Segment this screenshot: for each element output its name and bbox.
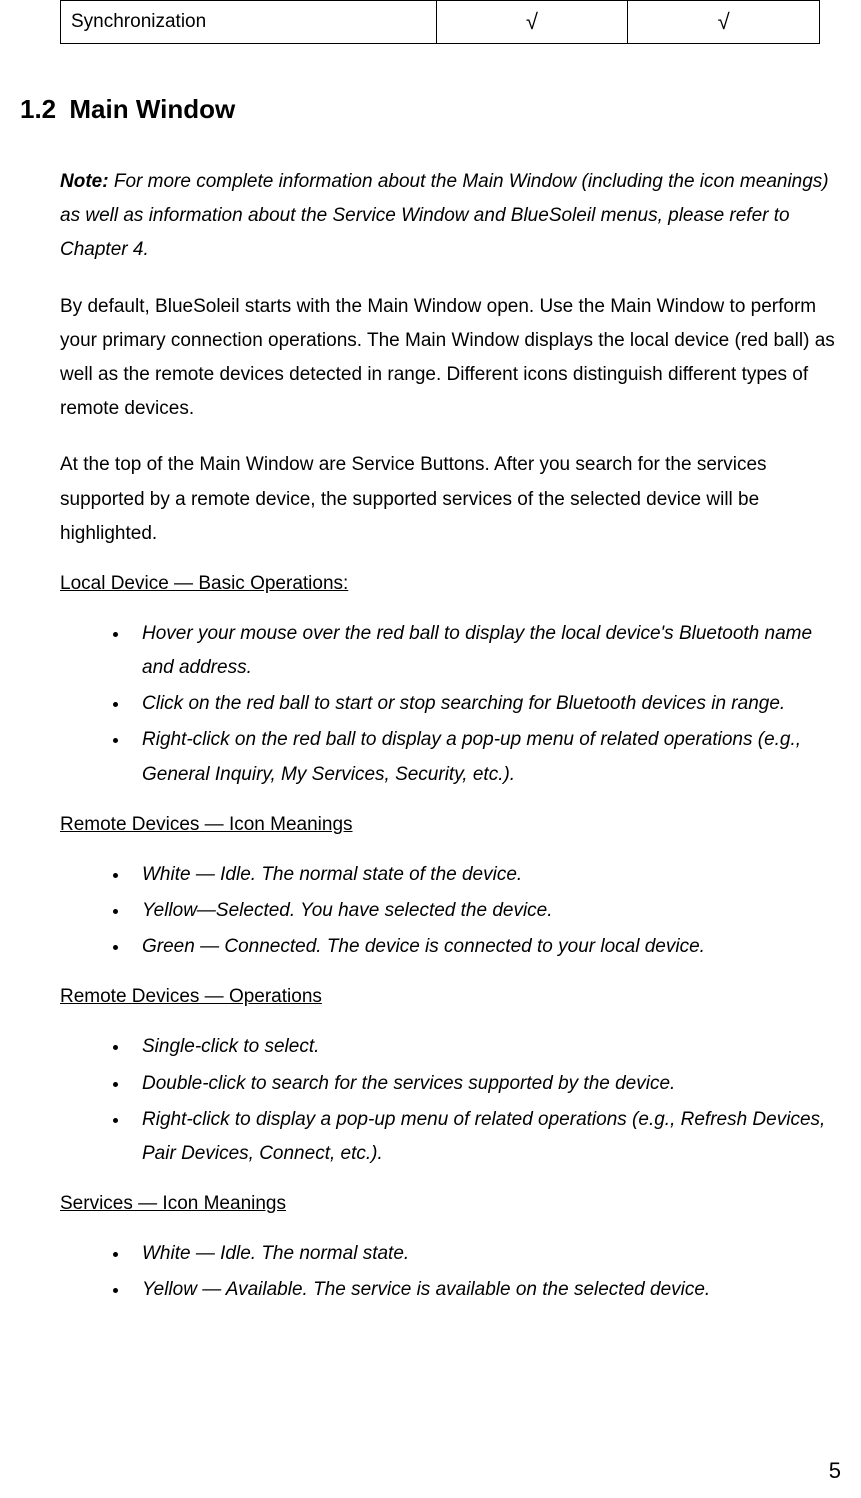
list-item: White — Idle. The normal state of the de…: [130, 858, 836, 892]
list-remote-icon: White — Idle. The normal state of the de…: [130, 858, 836, 965]
partial-table: Synchronization √ √: [60, 0, 820, 44]
list-local-device: Hover your mouse over the red ball to di…: [130, 617, 836, 792]
subhead-remote-icon: Remote Devices — Icon Meanings: [60, 814, 836, 836]
section-title: Main Window: [69, 94, 235, 124]
subhead-local-device: Local Device — Basic Operations:: [60, 573, 836, 595]
list-item: Click on the red ball to start or stop s…: [130, 687, 836, 721]
list-item: Yellow — Available. The service is avail…: [130, 1273, 836, 1307]
subhead-remote-ops: Remote Devices — Operations: [60, 986, 836, 1008]
list-item: Double-click to search for the services …: [130, 1067, 836, 1101]
cell-check-1: √: [436, 1, 628, 44]
section-heading: 1.2 Main Window: [20, 94, 841, 125]
section-number: 1.2: [20, 94, 56, 124]
list-item: Single-click to select.: [130, 1030, 836, 1064]
list-item: Yellow—Selected. You have selected the d…: [130, 894, 836, 928]
cell-check-2: √: [628, 1, 820, 44]
para-service-buttons: At the top of the Main Window are Servic…: [60, 448, 836, 551]
body-body: Note: For more complete information abou…: [60, 165, 836, 1308]
list-item: Green — Connected. The device is connect…: [130, 930, 836, 964]
note-paragraph: Note: For more complete information abou…: [60, 165, 836, 268]
subhead-services-icon: Services — Icon Meanings: [60, 1193, 836, 1215]
list-remote-ops: Single-click to select. Double-click to …: [130, 1030, 836, 1171]
para-default: By default, BlueSoleil starts with the M…: [60, 290, 836, 427]
list-item: Right-click on the red ball to display a…: [130, 723, 836, 791]
table-row: Synchronization √ √: [61, 1, 820, 44]
page-number: 5: [829, 1458, 841, 1484]
list-item: White — Idle. The normal state.: [130, 1237, 836, 1271]
list-item: Hover your mouse over the red ball to di…: [130, 617, 836, 685]
list-services-icon: White — Idle. The normal state. Yellow —…: [130, 1237, 836, 1307]
note-label: Note:: [60, 171, 109, 192]
cell-label: Synchronization: [61, 1, 437, 44]
note-text: For more complete information about the …: [60, 171, 829, 260]
list-item: Right-click to display a pop-up menu of …: [130, 1103, 836, 1171]
